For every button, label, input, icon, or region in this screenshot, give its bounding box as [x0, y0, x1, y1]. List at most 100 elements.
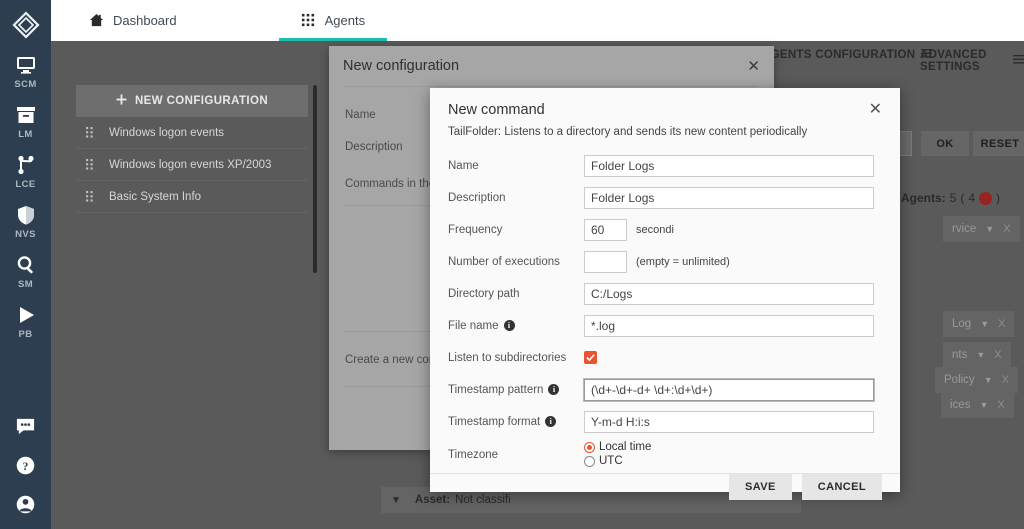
top-navigation-bar: Dashboard Agents — [51, 0, 1024, 41]
directory-path-input[interactable] — [584, 282, 874, 305]
field-row-executions: Number of executions (empty = unlimited) — [448, 248, 882, 275]
chip-service[interactable]: rvice ▼ X — [943, 216, 1020, 242]
tab-dashboard[interactable]: Dashboard — [67, 0, 199, 41]
info-icon[interactable]: i — [503, 320, 515, 331]
advanced-settings-label: ADVANCED SETTINGS — [920, 49, 987, 73]
radio-unselected-icon[interactable] — [584, 455, 595, 467]
timestamp-pattern-label-text: Timestamp pattern — [448, 383, 544, 396]
radio-selected-icon[interactable] — [584, 441, 595, 453]
new-configuration-button[interactable]: NEW CONFIGURATION — [76, 85, 308, 117]
sidebar-item-pb[interactable]: PB — [0, 304, 51, 340]
list-item-label: Windows logon events — [109, 126, 225, 139]
field-row-filename: File name i — [448, 312, 882, 339]
ok-button[interactable]: OK — [921, 131, 969, 156]
field-label-timezone: Timezone — [448, 449, 499, 461]
dialog-title: New command — [448, 102, 545, 118]
field-label-subdirectories: Listen to subdirectories — [448, 351, 567, 364]
chip-services[interactable]: ices ▼ X — [941, 392, 1014, 418]
plus-icon — [116, 94, 127, 108]
chevron-down-icon[interactable]: ▼ — [980, 319, 989, 329]
list-item[interactable]: Windows logon events — [76, 117, 308, 149]
chevron-down-icon[interactable]: ▼ — [985, 224, 994, 234]
help-circle-icon[interactable]: ? — [15, 455, 36, 476]
chip-label: ices — [950, 399, 971, 411]
user-account-icon[interactable] — [15, 494, 36, 515]
dialog-title: New configuration — [343, 58, 460, 74]
magnifier-icon — [15, 254, 37, 276]
timezone-option-local[interactable]: Local time — [584, 441, 651, 453]
branch-icon — [15, 154, 37, 176]
list-item[interactable]: Basic System Info — [76, 181, 308, 213]
list-item-label: Windows logon events XP/2003 — [109, 158, 272, 171]
chevron-down-icon[interactable]: ▼ — [391, 495, 401, 506]
close-icon[interactable]: ✕ — [869, 102, 882, 118]
advanced-settings-link[interactable]: ADVANCED SETTINGS — [920, 49, 1024, 73]
sidebar-item-lm[interactable]: LM — [0, 104, 51, 140]
field-label-directory: Directory path — [448, 287, 520, 300]
info-icon[interactable]: i — [548, 384, 560, 395]
svg-text:?: ? — [23, 461, 29, 473]
agents-configuration-link[interactable]: AGENTS CONFIGURATION — [762, 49, 933, 61]
agents-configuration-label: AGENTS CONFIGURATION — [762, 49, 916, 61]
configurations-scrollbar[interactable] — [313, 85, 317, 273]
sidebar-item-nvs[interactable]: NVS — [0, 204, 51, 240]
chevron-down-icon[interactable]: ▼ — [979, 400, 988, 410]
tab-agents[interactable]: Agents — [278, 0, 388, 41]
chip-remove-icon[interactable]: X — [997, 399, 1004, 411]
sidebar-item-label: NVS — [15, 229, 36, 240]
chip-remove-icon[interactable]: X — [998, 318, 1005, 330]
drag-handle-icon[interactable] — [86, 159, 95, 170]
listen-subdirectories-checkbox[interactable] — [584, 351, 597, 364]
field-label: Name — [345, 109, 376, 121]
field-row-directory: Directory path — [448, 280, 882, 307]
chat-bubble-icon[interactable] — [15, 416, 36, 437]
timezone-option-label: Local time — [599, 441, 652, 453]
field-label-name: Name — [448, 159, 479, 172]
sidebar-item-scm[interactable]: SCM — [0, 54, 51, 90]
diamond-logo-icon[interactable] — [11, 10, 41, 40]
tab-label: Dashboard — [113, 13, 177, 28]
name-input[interactable] — [584, 154, 874, 177]
timestamp-pattern-input[interactable] — [584, 378, 874, 401]
sidebar-item-lce[interactable]: LCE — [0, 154, 51, 190]
chip-label: Policy — [944, 374, 975, 386]
list-item-label: Basic System Info — [109, 190, 202, 203]
list-item[interactable]: Windows logon events XP/2003 — [76, 149, 308, 181]
new-configuration-label: NEW CONFIGURATION — [134, 95, 269, 107]
chip-remove-icon[interactable]: X — [1002, 374, 1009, 386]
field-label-filename: File name i — [448, 320, 584, 332]
info-icon[interactable]: i — [545, 416, 557, 427]
field-row-timestamp-pattern: Timestamp pattern i — [448, 376, 882, 403]
cancel-button[interactable]: CANCEL — [801, 474, 882, 500]
field-row-timezone: Timezone Local time UTC — [448, 441, 882, 468]
sidebar-item-label: LCE — [15, 179, 36, 190]
timezone-option-utc[interactable]: UTC — [584, 455, 651, 467]
tab-label: Agents — [324, 13, 366, 28]
chevron-down-icon[interactable]: ▼ — [976, 350, 985, 360]
drag-handle-icon[interactable] — [86, 191, 95, 202]
description-input[interactable] — [584, 186, 874, 209]
chip-log[interactable]: Log ▼ X — [943, 311, 1015, 337]
chip-events[interactable]: nts ▼ X — [943, 342, 1011, 368]
chevron-down-icon[interactable]: ▼ — [984, 375, 993, 385]
save-button[interactable]: SAVE — [729, 474, 792, 500]
timestamp-format-input[interactable] — [584, 410, 874, 433]
shield-icon — [15, 204, 37, 226]
filename-label-text: File name — [448, 319, 499, 332]
frequency-input[interactable] — [584, 218, 627, 241]
filename-input[interactable] — [584, 314, 874, 337]
chip-label: Log — [952, 318, 972, 330]
close-icon[interactable]: ✕ — [747, 57, 760, 75]
chip-policy[interactable]: Policy ▼ X — [935, 367, 1018, 393]
chip-remove-icon[interactable]: X — [1003, 223, 1010, 235]
field-label-executions: Number of executions — [448, 255, 560, 268]
field-label-timestamp-format: Timestamp format i — [448, 416, 584, 428]
field-row-name: Name — [448, 152, 882, 179]
drag-handle-icon[interactable] — [86, 127, 95, 138]
sidebar-item-sm[interactable]: SM — [0, 254, 51, 290]
reset-button[interactable]: RESET — [973, 131, 1024, 156]
executions-input[interactable] — [584, 250, 627, 273]
timezone-option-label: UTC — [599, 455, 623, 467]
chip-remove-icon[interactable]: X — [994, 349, 1001, 361]
field-row-timestamp-format: Timestamp format i — [448, 408, 882, 435]
